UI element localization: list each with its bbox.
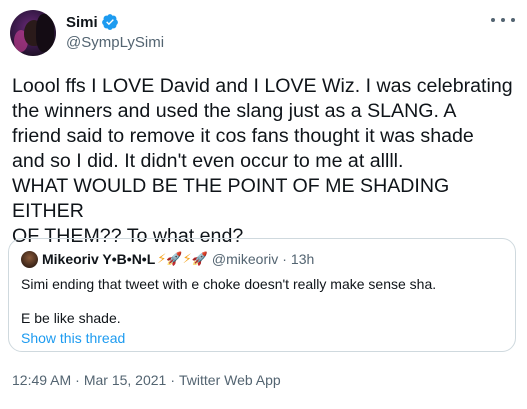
- tweet-text: Loool ffs I LOVE David and I LOVE Wiz. I…: [12, 75, 513, 247]
- quoted-author-avatar: [21, 250, 38, 268]
- quoted-separator: ·: [282, 251, 287, 267]
- quoted-tweet-line-2: E be like shade.: [21, 310, 121, 326]
- more-options-icon[interactable]: [491, 14, 515, 26]
- verified-badge-icon: [101, 14, 118, 30]
- tweet-metadata: 12:49 AM · Mar 15, 2021 · Twitter Web Ap…: [12, 372, 281, 388]
- avatar-hair: [36, 14, 54, 52]
- quoted-tweet-card[interactable]: Mikeoriv Y•B•N•L ⚡🚀⚡🚀 @mikeoriv · 13h Si…: [8, 238, 516, 352]
- author-display-name[interactable]: Simi: [66, 14, 98, 31]
- more-dot: [511, 18, 515, 22]
- meta-separator: ·: [170, 372, 175, 388]
- quoted-tweet-line-1: Simi ending that tweet with e choke does…: [21, 276, 437, 292]
- show-thread-link[interactable]: Show this thread: [21, 330, 125, 346]
- more-dot: [491, 18, 495, 22]
- quoted-author-emojis: ⚡🚀⚡🚀: [157, 251, 208, 266]
- tweet-card: Simi @SympLySimi Loool ffs I LOVE David …: [0, 0, 527, 409]
- quoted-tweet-header: Mikeoriv Y•B•N•L ⚡🚀⚡🚀 @mikeoriv · 13h: [21, 250, 314, 268]
- quoted-author-handle: @mikeoriv: [211, 251, 279, 267]
- display-name-row: Simi: [66, 12, 164, 32]
- more-dot: [501, 18, 505, 22]
- author-handle[interactable]: @SympLySimi: [66, 34, 164, 51]
- quoted-tweet-time: 13h: [290, 251, 315, 267]
- tweet-source[interactable]: Twitter Web App: [179, 372, 281, 388]
- meta-separator: ·: [75, 372, 80, 388]
- author-info: Simi @SympLySimi: [66, 12, 164, 52]
- tweet-date[interactable]: Mar 15, 2021: [84, 372, 167, 388]
- tweet-time[interactable]: 12:49 AM: [12, 372, 71, 388]
- author-avatar[interactable]: [10, 10, 56, 56]
- quoted-author-display-name: Mikeoriv Y•B•N•L: [42, 251, 156, 267]
